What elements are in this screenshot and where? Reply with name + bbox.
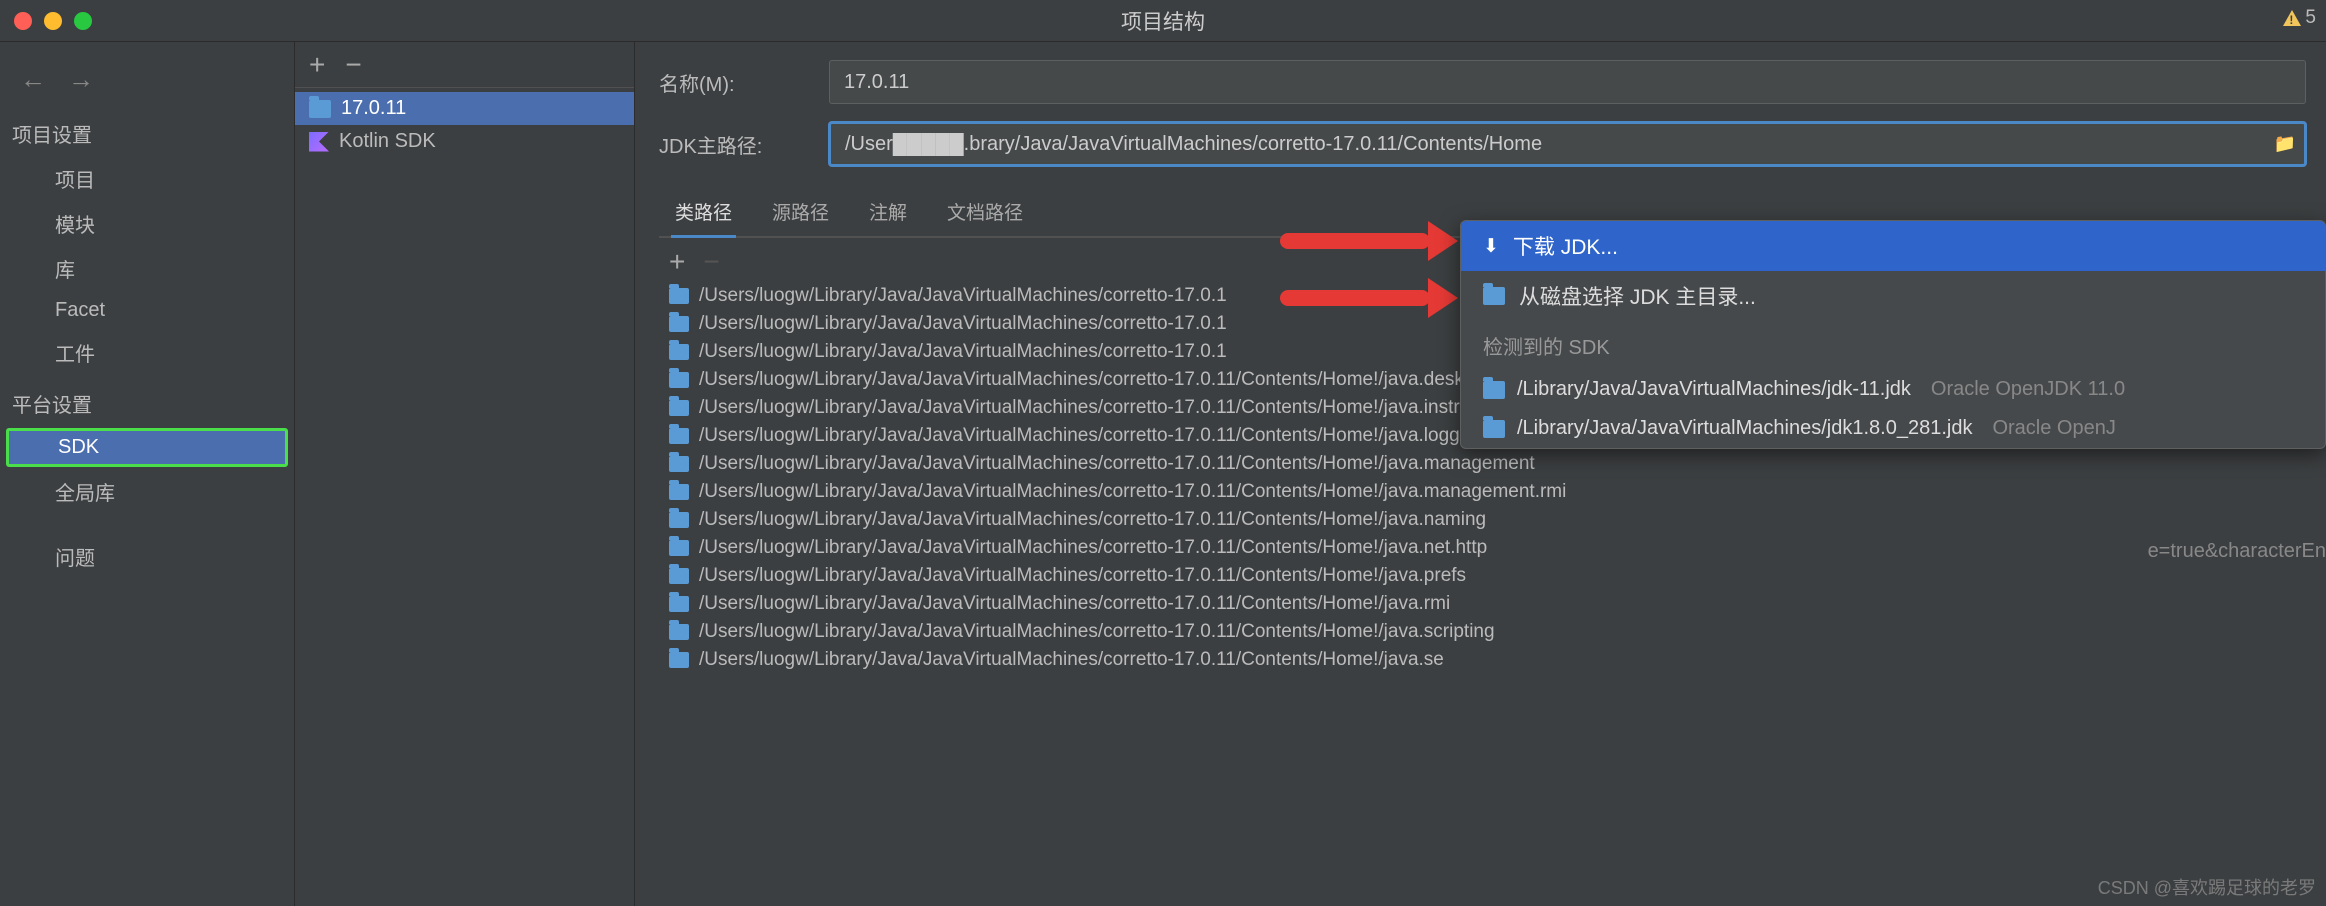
titlebar: 项目结构 5 bbox=[0, 0, 2326, 42]
detected-sdk-meta: Oracle OpenJDK 11.0 bbox=[1931, 378, 2125, 401]
folder-icon bbox=[669, 624, 689, 640]
detected-sdk-item[interactable]: /Library/Java/JavaVirtualMachines/jdk1.8… bbox=[1461, 409, 2325, 448]
forward-icon[interactable]: → bbox=[68, 64, 94, 95]
settings-sidebar: ← → 项目设置 项目 模块 库 Facet 工件 平台设置 SDK 全局库 问… bbox=[0, 42, 295, 906]
minimize-window-button[interactable] bbox=[44, 12, 62, 30]
classpath-item-label: /Users/luogw/Library/Java/JavaVirtualMac… bbox=[699, 481, 1566, 503]
folder-icon bbox=[1483, 287, 1505, 305]
download-jdk-item[interactable]: ⬇ 下载 JDK... bbox=[1461, 221, 2325, 271]
watermark: CSDN @喜欢踢足球的老罗 bbox=[2098, 874, 2316, 900]
sidebar-item-problems[interactable]: 问题 bbox=[0, 534, 294, 579]
detected-sdk-path: /Library/Java/JavaVirtualMachines/jdk-11… bbox=[1517, 378, 1911, 401]
detected-sdk-header: 检测到的 SDK bbox=[1461, 321, 2325, 370]
folder-icon bbox=[669, 512, 689, 528]
tab-annotations[interactable]: 注解 bbox=[865, 190, 911, 236]
jdk-home-path-input[interactable] bbox=[829, 122, 2306, 166]
section-project-settings: 项目设置 bbox=[0, 105, 294, 156]
sdk-list-item[interactable]: 17.0.11 bbox=[295, 92, 634, 125]
classpath-item[interactable]: /Users/luogw/Library/Java/JavaVirtualMac… bbox=[659, 506, 2306, 534]
sidebar-item-libraries[interactable]: 库 bbox=[0, 246, 294, 291]
warning-count: 5 bbox=[2305, 7, 2316, 29]
sidebar-item-sdks[interactable]: SDK bbox=[6, 428, 288, 467]
classpath-item-label: /Users/luogw/Library/Java/JavaVirtualMac… bbox=[699, 285, 1227, 307]
annotation-arrow bbox=[1280, 233, 1430, 249]
folder-icon bbox=[669, 316, 689, 332]
sdk-detail-panel: 名称(M): JDK主路径: 📁 类路径 源路径 注解 文档路径 + − /Us bbox=[635, 42, 2326, 906]
tab-classpath[interactable]: 类路径 bbox=[671, 190, 736, 238]
classpath-item[interactable]: /Users/luogw/Library/Java/JavaVirtualMac… bbox=[659, 646, 2306, 674]
folder-icon bbox=[669, 596, 689, 612]
browse-folder-icon[interactable]: 📁 bbox=[2274, 134, 2296, 155]
classpath-item-label: /Users/luogw/Library/Java/JavaVirtualMac… bbox=[699, 313, 1227, 335]
folder-icon bbox=[669, 288, 689, 304]
add-classpath-button[interactable]: + bbox=[669, 248, 685, 276]
folder-icon bbox=[669, 344, 689, 360]
folder-icon bbox=[669, 540, 689, 556]
warning-icon bbox=[2283, 10, 2301, 26]
classpath-item[interactable]: /Users/luogw/Library/Java/JavaVirtualMac… bbox=[659, 534, 2306, 562]
classpath-item-label: /Users/luogw/Library/Java/JavaVirtualMac… bbox=[699, 341, 1227, 363]
sdk-list-panel: + − 17.0.11 Kotlin SDK bbox=[295, 42, 635, 906]
close-window-button[interactable] bbox=[14, 12, 32, 30]
classpath-item[interactable]: /Users/luogw/Library/Java/JavaVirtualMac… bbox=[659, 478, 2306, 506]
classpath-item-label: /Users/luogw/Library/Java/JavaVirtualMac… bbox=[699, 565, 1466, 587]
folder-icon bbox=[1483, 381, 1505, 399]
download-jdk-label: 下载 JDK... bbox=[1513, 231, 1618, 261]
select-from-disk-label: 从磁盘选择 JDK 主目录... bbox=[1519, 281, 1756, 311]
classpath-item-label: /Users/luogw/Library/Java/JavaVirtualMac… bbox=[699, 453, 1535, 475]
classpath-item[interactable]: /Users/luogw/Library/Java/JavaVirtualMac… bbox=[659, 562, 2306, 590]
download-icon: ⬇ bbox=[1483, 235, 1499, 258]
name-label: 名称(M): bbox=[659, 68, 809, 97]
classpath-item-label: /Users/luogw/Library/Java/JavaVirtualMac… bbox=[699, 537, 1487, 559]
back-icon[interactable]: ← bbox=[20, 64, 46, 95]
kotlin-icon bbox=[309, 132, 329, 152]
folder-icon bbox=[669, 428, 689, 444]
detected-sdk-item[interactable]: /Library/Java/JavaVirtualMachines/jdk-11… bbox=[1461, 370, 2325, 409]
window-title: 项目结构 bbox=[1121, 6, 1205, 36]
remove-sdk-button[interactable]: − bbox=[345, 51, 361, 79]
warnings-badge[interactable]: 5 bbox=[2283, 7, 2316, 29]
classpath-item-label: /Users/luogw/Library/Java/JavaVirtualMac… bbox=[699, 593, 1450, 615]
classpath-item-label: /Users/luogw/Library/Java/JavaVirtualMac… bbox=[699, 621, 1495, 643]
sdk-item-label: Kotlin SDK bbox=[339, 130, 436, 153]
folder-icon bbox=[669, 568, 689, 584]
tab-sourcepath[interactable]: 源路径 bbox=[768, 190, 833, 236]
sdk-list-item[interactable]: Kotlin SDK bbox=[295, 125, 634, 158]
classpath-item-label: /Users/luogw/Library/Java/JavaVirtualMac… bbox=[699, 425, 1485, 447]
folder-icon bbox=[1483, 420, 1505, 438]
sidebar-item-modules[interactable]: 模块 bbox=[0, 201, 294, 246]
sidebar-item-project[interactable]: 项目 bbox=[0, 156, 294, 201]
path-label: JDK主路径: bbox=[659, 130, 809, 159]
folder-icon bbox=[669, 652, 689, 668]
folder-icon bbox=[309, 100, 331, 118]
classpath-item[interactable]: /Users/luogw/Library/Java/JavaVirtualMac… bbox=[659, 618, 2306, 646]
detected-sdk-meta: Oracle OpenJ bbox=[1992, 417, 2115, 440]
folder-icon bbox=[669, 456, 689, 472]
classpath-item-label: /Users/luogw/Library/Java/JavaVirtualMac… bbox=[699, 649, 1444, 671]
sidebar-item-global-libraries[interactable]: 全局库 bbox=[0, 469, 294, 514]
folder-icon bbox=[669, 400, 689, 416]
background-text: e=true&characterEn bbox=[2148, 540, 2326, 563]
sdk-item-label: 17.0.11 bbox=[341, 97, 406, 120]
sdk-name-input[interactable] bbox=[829, 60, 2306, 104]
sidebar-item-artifacts[interactable]: 工件 bbox=[0, 330, 294, 375]
classpath-item-label: /Users/luogw/Library/Java/JavaVirtualMac… bbox=[699, 397, 1513, 419]
section-platform-settings: 平台设置 bbox=[0, 375, 294, 426]
sidebar-item-facets[interactable]: Facet bbox=[0, 291, 294, 330]
add-sdk-button[interactable]: + bbox=[309, 51, 325, 79]
detected-sdk-path: /Library/Java/JavaVirtualMachines/jdk1.8… bbox=[1517, 417, 1972, 440]
classpath-item[interactable]: /Users/luogw/Library/Java/JavaVirtualMac… bbox=[659, 450, 2306, 478]
maximize-window-button[interactable] bbox=[74, 12, 92, 30]
classpath-item-label: /Users/luogw/Library/Java/JavaVirtualMac… bbox=[699, 369, 1490, 391]
jdk-path-dropdown: ⬇ 下载 JDK... 从磁盘选择 JDK 主目录... 检测到的 SDK /L… bbox=[1460, 220, 2326, 449]
select-from-disk-item[interactable]: 从磁盘选择 JDK 主目录... bbox=[1461, 271, 2325, 321]
folder-icon bbox=[669, 484, 689, 500]
folder-icon bbox=[669, 372, 689, 388]
tab-documentation[interactable]: 文档路径 bbox=[943, 190, 1027, 236]
classpath-item[interactable]: /Users/luogw/Library/Java/JavaVirtualMac… bbox=[659, 590, 2306, 618]
annotation-arrow bbox=[1280, 290, 1430, 306]
classpath-item-label: /Users/luogw/Library/Java/JavaVirtualMac… bbox=[699, 509, 1486, 531]
remove-classpath-button[interactable]: − bbox=[703, 248, 719, 276]
